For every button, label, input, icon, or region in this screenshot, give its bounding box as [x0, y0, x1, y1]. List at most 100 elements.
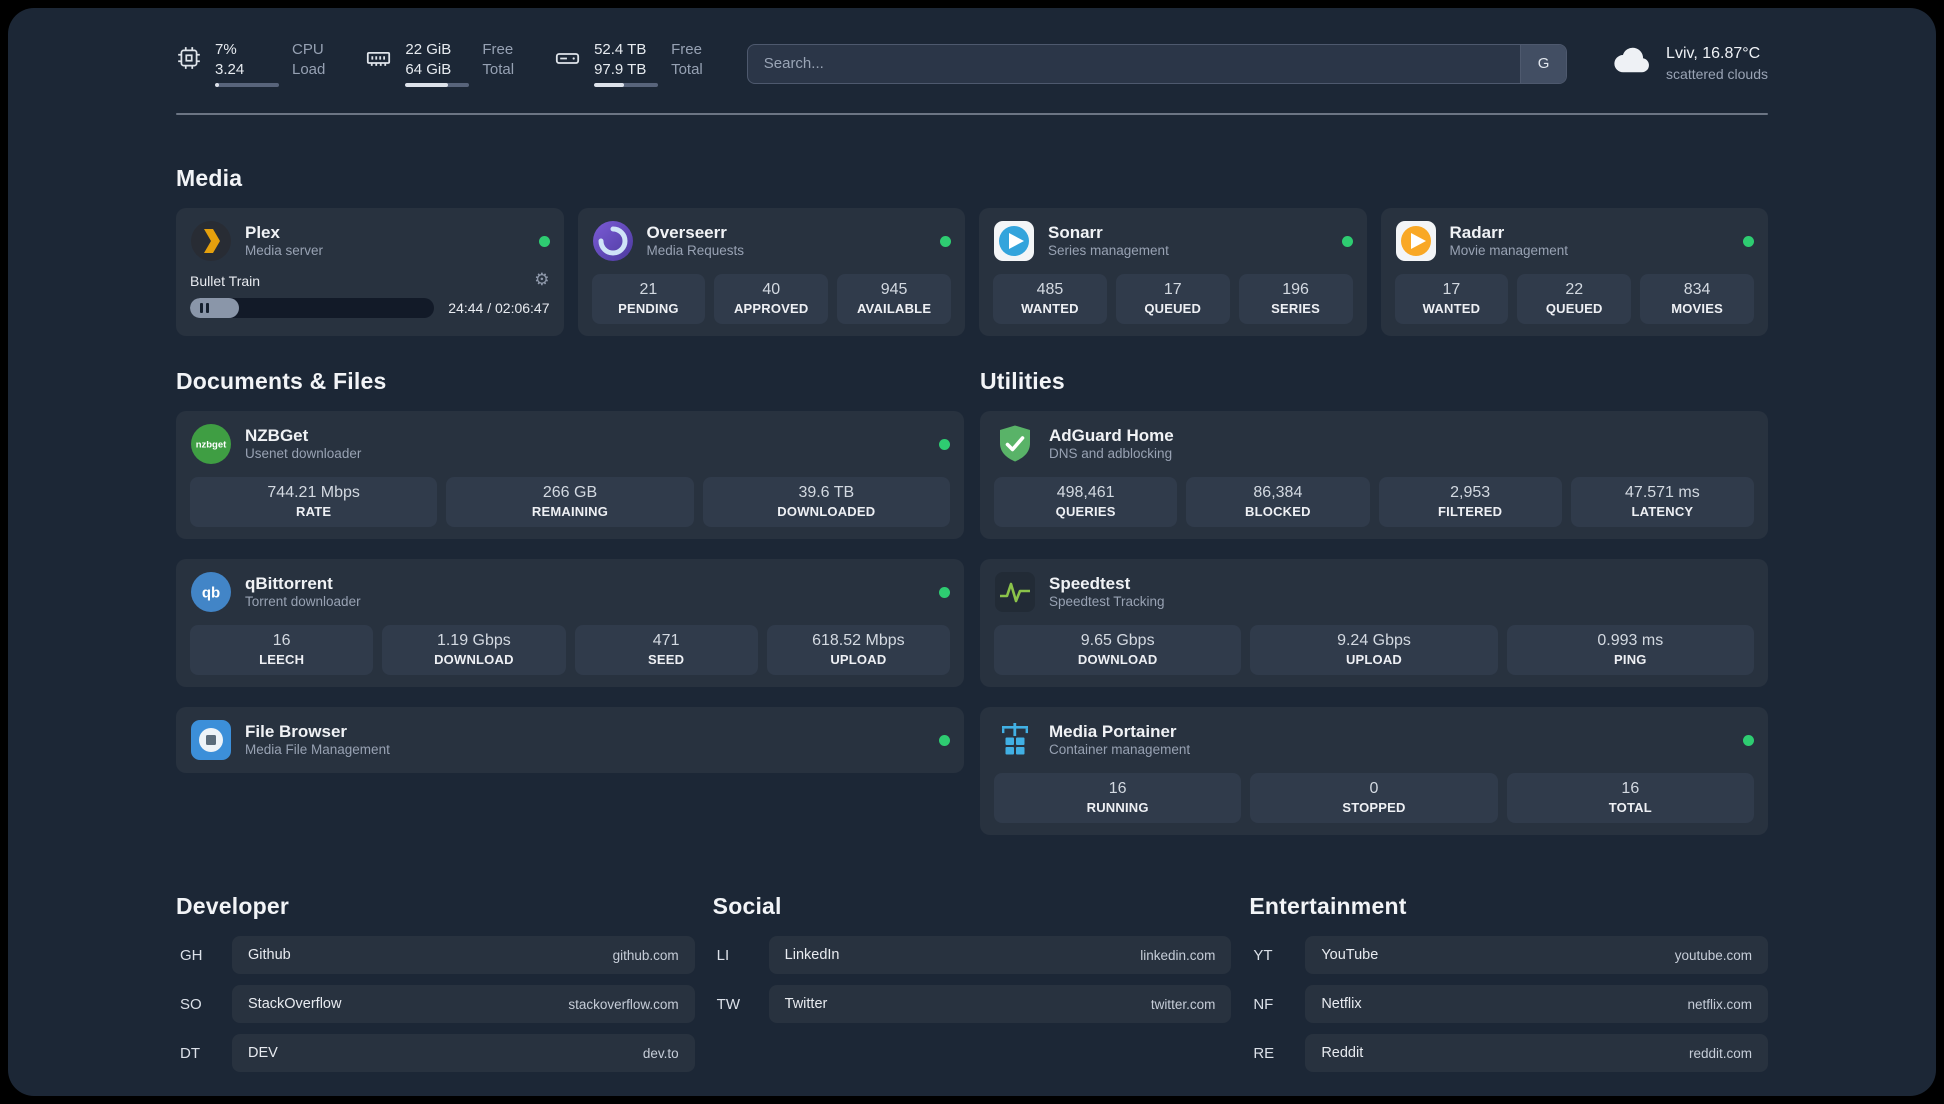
service-card-portainer[interactable]: Media Portainer Container management 16 …: [980, 707, 1768, 835]
service-card-qbittorrent[interactable]: qb qBittorrent Torrent downloader 16 LEE…: [176, 559, 964, 687]
disk-values: 52.4 TB 97.9 TB: [594, 40, 659, 87]
bookmark-link-youtube[interactable]: YouTube youtube.com: [1305, 936, 1768, 974]
portainer-icon: [994, 719, 1036, 761]
nzbget-status-dot: [939, 438, 950, 450]
search-input[interactable]: [747, 44, 1521, 83]
bookmarks-developer: Developer GH Github github.com SO StackO…: [176, 893, 695, 1072]
service-card-sonarr[interactable]: Sonarr Series management 485 WANTED 17 Q…: [979, 208, 1367, 336]
bookmark-github: GH Github github.com: [176, 936, 695, 974]
radarr-status-dot: [1743, 235, 1754, 247]
service-card-nzbget[interactable]: nzbget NZBGet Usenet downloader 744.21 M…: [176, 411, 964, 539]
portainer-header[interactable]: Media Portainer Container management: [994, 719, 1754, 761]
plex-desc: Media server: [245, 243, 324, 259]
search-provider-button[interactable]: G: [1520, 44, 1567, 83]
stat-remaining: 266 GB REMAINING: [446, 477, 694, 527]
qbittorrent-stats: 16 LEECH 1.19 Gbps DOWNLOAD 471 SEED 618…: [190, 625, 950, 675]
plex-header[interactable]: Plex Media server: [190, 220, 550, 262]
bookmarks-title-entertainment: Entertainment: [1249, 893, 1407, 919]
bookmark-abbr: TW: [716, 995, 740, 1013]
filebrowser-icon: [190, 719, 232, 761]
section-title-utilities: Utilities: [980, 368, 1065, 394]
speedtest-desc: Speedtest Tracking: [1049, 594, 1165, 610]
qbittorrent-name: qBittorrent: [245, 573, 333, 593]
sonarr-header[interactable]: Sonarr Series management: [993, 220, 1353, 262]
disk-total: 97.9 TB: [594, 60, 647, 78]
disk-labels: Free Total: [671, 41, 703, 78]
bookmark-link-netflix[interactable]: Netflix netflix.com: [1305, 985, 1768, 1023]
section-title-documents: Documents & Files: [176, 368, 387, 394]
section-utilities: Utilities AdGuard Home DNS and adblockin…: [980, 368, 1768, 835]
service-card-plex[interactable]: Plex Media server Bullet Train ⚙ 24:44 /…: [176, 208, 564, 336]
stat-ping: 0.993 ms PING: [1506, 625, 1754, 675]
service-card-speedtest[interactable]: Speedtest Speedtest Tracking 9.65 Gbps D…: [980, 559, 1768, 687]
service-card-adguard[interactable]: AdGuard Home DNS and adblocking 498,461 …: [980, 411, 1768, 539]
sonarr-status-dot: [1341, 235, 1353, 247]
filebrowser-status-dot: [939, 734, 950, 746]
bookmark-link-stackoverflow[interactable]: StackOverflow stackoverflow.com: [232, 985, 695, 1023]
bookmarks-title-social: Social: [712, 893, 782, 919]
bookmark-link-reddit[interactable]: Reddit reddit.com: [1305, 1034, 1768, 1072]
radarr-header[interactable]: Radarr Movie management: [1395, 220, 1754, 262]
cpu-values: 7% 3.24: [215, 40, 279, 87]
svg-text:qb: qb: [202, 585, 220, 602]
service-card-radarr[interactable]: Radarr Movie management 17 WANTED 22 QUE…: [1380, 208, 1768, 336]
qbittorrent-desc: Torrent downloader: [245, 594, 361, 610]
gear-icon[interactable]: ⚙: [534, 272, 549, 289]
section-title-media: Media: [176, 165, 243, 191]
radarr-name: Radarr: [1449, 222, 1505, 242]
bookmark-abbr: NF: [1253, 995, 1274, 1013]
qbittorrent-header[interactable]: qb qBittorrent Torrent downloader: [190, 571, 950, 613]
memory-widget: 22 GiB 64 GiB Free Total: [365, 40, 514, 87]
playback-progress-bar[interactable]: [190, 298, 435, 318]
pause-icon[interactable]: [200, 303, 209, 313]
stat-filtered: 2,953 FILTERED: [1378, 477, 1562, 527]
stat-leech: 16 LEECH: [190, 625, 374, 675]
bookmark-stackoverflow: SO StackOverflow stackoverflow.com: [176, 985, 695, 1023]
bookmark-abbr: LI: [716, 946, 730, 964]
bookmark-link-github[interactable]: Github github.com: [232, 936, 695, 974]
bookmark-link-dev[interactable]: DEV dev.to: [232, 1034, 695, 1072]
nzbget-header[interactable]: nzbget NZBGet Usenet downloader: [190, 423, 950, 465]
weather-widget: Lviv, 16.87°C scattered clouds: [1611, 44, 1768, 83]
bookmark-netflix: NF Netflix netflix.com: [1249, 985, 1768, 1023]
section-documents: Documents & Files nzbget NZBGet Usenet d…: [176, 368, 964, 773]
stat-upload: 9.24 Gbps UPLOAD: [1250, 625, 1498, 675]
bookmark-abbr: DT: [180, 1044, 200, 1062]
bookmark-twitter: TW Twitter twitter.com: [713, 985, 1232, 1023]
speedtest-stats: 9.65 Gbps DOWNLOAD 9.24 Gbps UPLOAD 0.99…: [994, 625, 1754, 675]
overseerr-status-dot: [940, 235, 951, 247]
stat-download: 1.19 Gbps DOWNLOAD: [382, 625, 566, 675]
nzbget-icon: nzbget: [190, 423, 232, 465]
adguard-desc: DNS and adblocking: [1049, 446, 1173, 462]
adguard-shield-icon: [994, 423, 1036, 465]
stat-queued: 22 QUEUED: [1517, 274, 1632, 324]
cpu-usage-bar: [215, 83, 279, 87]
bookmark-abbr: SO: [180, 995, 202, 1013]
plex-now-playing-widget: Bullet Train ⚙ 24:44 / 02:06:47: [190, 272, 550, 318]
service-card-overseerr[interactable]: Overseerr Media Requests 21 PENDING 40 A…: [577, 208, 965, 336]
nzbget-stats: 744.21 Mbps RATE 266 GB REMAINING 39.6 T…: [190, 477, 950, 527]
filebrowser-header[interactable]: File Browser Media File Management: [190, 719, 950, 761]
disk-free: 52.4 TB: [594, 41, 647, 58]
memory-icon: [365, 45, 392, 77]
cloud-icon: [1611, 46, 1653, 81]
speedtest-header[interactable]: Speedtest Speedtest Tracking: [994, 571, 1754, 613]
stat-movies: 834 MOVIES: [1640, 274, 1754, 324]
service-card-filebrowser[interactable]: File Browser Media File Management: [176, 707, 964, 773]
portainer-desc: Container management: [1049, 742, 1191, 758]
bookmarks-section: Developer GH Github github.com SO StackO…: [176, 893, 1768, 1072]
weather-text: Lviv, 16.87°C scattered clouds: [1666, 44, 1768, 83]
bookmark-link-twitter[interactable]: Twitter twitter.com: [768, 985, 1232, 1023]
memory-free: 22 GiB: [405, 41, 452, 58]
nzbget-desc: Usenet downloader: [245, 446, 362, 462]
bookmark-link-linkedin[interactable]: LinkedIn linkedin.com: [768, 936, 1232, 974]
stat-download: 9.65 Gbps DOWNLOAD: [994, 625, 1242, 675]
adguard-header[interactable]: AdGuard Home DNS and adblocking: [994, 423, 1754, 465]
portainer-status-dot: [1743, 734, 1754, 746]
overseerr-desc: Media Requests: [646, 243, 745, 259]
overseerr-icon: [592, 220, 634, 262]
plex-status-dot: [538, 235, 550, 247]
overseerr-header[interactable]: Overseerr Media Requests: [592, 220, 951, 262]
stat-downloaded: 39.6 TB DOWNLOADED: [702, 477, 950, 527]
stat-wanted: 485 WANTED: [993, 274, 1107, 324]
